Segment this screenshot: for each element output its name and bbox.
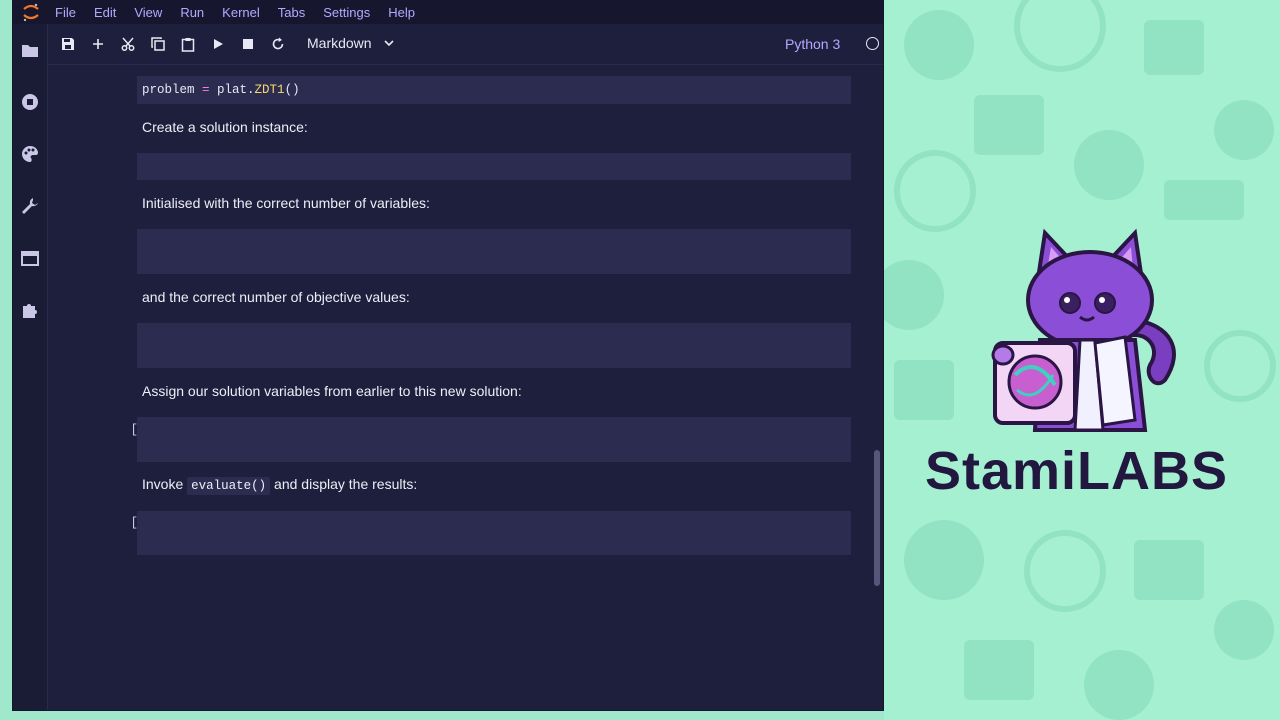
cell-type-label: Markdown bbox=[307, 35, 372, 51]
menu-run[interactable]: Run bbox=[180, 5, 204, 20]
pattern-circle bbox=[904, 10, 974, 80]
pattern-square bbox=[894, 360, 954, 420]
markdown-text: Invoke bbox=[142, 476, 188, 492]
run-icon[interactable] bbox=[208, 34, 228, 54]
markdown-cell[interactable]: Initialised with the correct number of v… bbox=[142, 195, 430, 211]
left-margin bbox=[0, 0, 13, 720]
stop-icon[interactable] bbox=[238, 34, 258, 54]
wrench-icon[interactable] bbox=[20, 196, 40, 216]
cut-icon[interactable] bbox=[118, 34, 138, 54]
left-sidebar bbox=[13, 24, 48, 710]
pattern-ring bbox=[1204, 330, 1276, 402]
code-cell[interactable] bbox=[137, 511, 851, 555]
add-cell-icon[interactable] bbox=[88, 34, 108, 54]
chevron-down-icon bbox=[384, 40, 394, 46]
markdown-cell[interactable]: Create a solution instance: bbox=[142, 119, 308, 135]
pattern-circle bbox=[1084, 650, 1154, 720]
menu-kernel[interactable]: Kernel bbox=[222, 5, 260, 20]
code-cell[interactable] bbox=[137, 417, 851, 462]
scrollbar-thumb[interactable] bbox=[874, 450, 880, 586]
markdown-cell[interactable]: Assign our solution variables from earli… bbox=[142, 383, 522, 399]
pattern-square bbox=[1164, 180, 1244, 220]
pattern-square bbox=[1134, 540, 1204, 600]
extension-icon[interactable] bbox=[20, 300, 40, 320]
code-cell[interactable]: problem = plat.ZDT1() bbox=[137, 76, 851, 104]
paste-icon[interactable] bbox=[178, 34, 198, 54]
folder-icon[interactable] bbox=[20, 40, 40, 60]
pattern-ring bbox=[894, 150, 976, 232]
pattern-ring bbox=[1014, 0, 1106, 72]
pattern-ring bbox=[1024, 530, 1106, 612]
notebook-toolbar: Markdown Python 3 bbox=[48, 24, 883, 65]
jupyterlab-window: File Edit View Run Kernel Tabs Settings … bbox=[13, 0, 883, 710]
cat-mascot-illustration bbox=[991, 228, 1176, 432]
notebook-panel: [6]: problem = plat.ZDT1() Create a solu… bbox=[48, 65, 883, 710]
pattern-circle bbox=[1214, 100, 1274, 160]
markdown-cell[interactable]: Invoke evaluate() and display the result… bbox=[142, 476, 418, 495]
pattern-square bbox=[964, 640, 1034, 700]
menu-help[interactable]: Help bbox=[388, 5, 415, 20]
save-icon[interactable] bbox=[58, 34, 78, 54]
code-cell[interactable] bbox=[137, 153, 851, 180]
code-cell[interactable] bbox=[137, 229, 851, 274]
pattern-square bbox=[974, 95, 1044, 155]
pattern-circle bbox=[884, 260, 944, 330]
inline-code: evaluate() bbox=[187, 477, 271, 495]
markdown-text: and display the results: bbox=[270, 476, 418, 492]
kernel-name[interactable]: Python 3 bbox=[785, 36, 840, 52]
code-cell[interactable] bbox=[137, 323, 851, 368]
brand-logo-text: StamiLABS bbox=[925, 441, 1229, 501]
menu-settings[interactable]: Settings bbox=[323, 5, 370, 20]
menu-bar: File Edit View Run Kernel Tabs Settings … bbox=[13, 0, 883, 24]
vertical-scrollbar[interactable] bbox=[871, 65, 883, 710]
code-line: problem = plat.ZDT1() bbox=[142, 83, 300, 97]
cell-type-dropdown[interactable]: Markdown bbox=[307, 35, 394, 51]
pattern-circle bbox=[1214, 600, 1274, 660]
palette-icon[interactable] bbox=[20, 144, 40, 164]
restart-icon[interactable] bbox=[268, 34, 288, 54]
menu-tabs[interactable]: Tabs bbox=[278, 5, 305, 20]
pattern-circle bbox=[904, 520, 984, 600]
jupyter-logo-icon bbox=[13, 0, 49, 24]
pattern-square bbox=[1144, 20, 1204, 75]
menu-file[interactable]: File bbox=[55, 5, 76, 20]
copy-icon[interactable] bbox=[148, 34, 168, 54]
running-icon[interactable] bbox=[20, 92, 40, 112]
menu-edit[interactable]: Edit bbox=[94, 5, 116, 20]
markdown-cell[interactable]: and the correct number of objective valu… bbox=[142, 289, 410, 305]
pattern-circle bbox=[1074, 130, 1144, 200]
menu-view[interactable]: View bbox=[134, 5, 162, 20]
kernel-status-icon bbox=[866, 37, 879, 50]
tabs-icon[interactable] bbox=[20, 248, 40, 268]
